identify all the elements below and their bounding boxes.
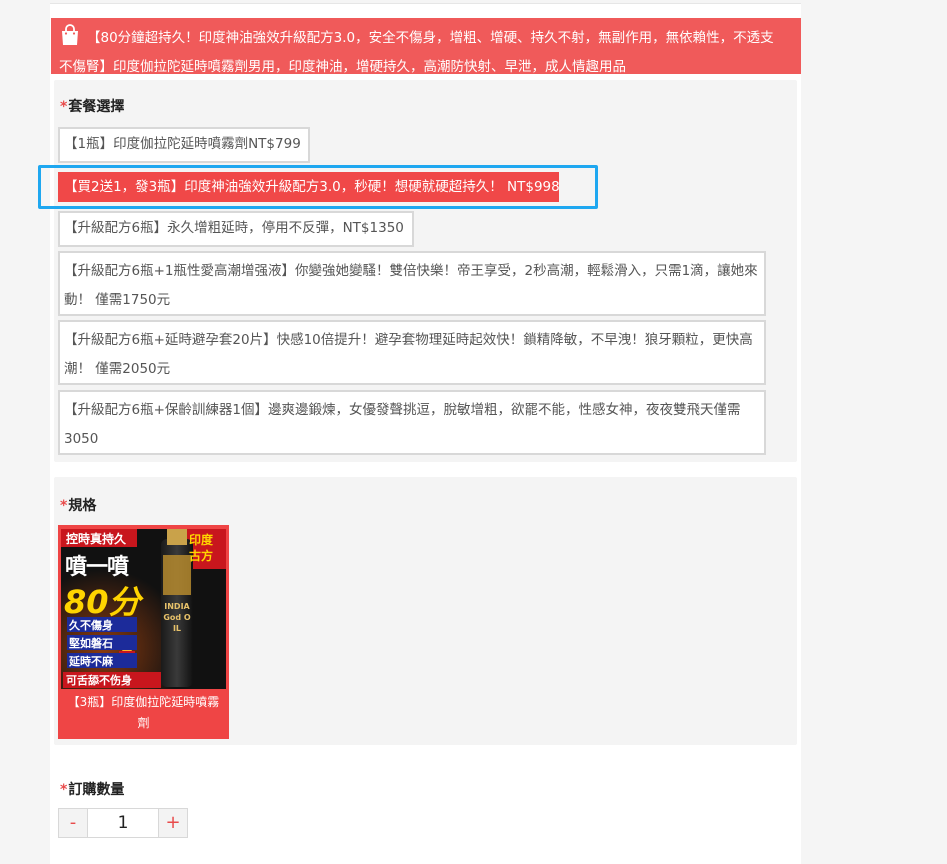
product-title-banner: 【80分鐘超持久！印度神油強效升級配方3.0，安全不傷身，增粗、增硬、持久不射，… <box>51 18 801 75</box>
package-option-3[interactable]: 【升級配方6瓶】永久增粗延時，停用不反彈，NT$1350 <box>58 211 414 247</box>
package-option-1[interactable]: 【1瓶】印度伽拉陀延時噴霧劑NT$799 <box>58 127 310 163</box>
spec-option-caption: 【3瓶】印度伽拉陀延時噴霧劑 <box>67 695 220 730</box>
package-option-label: 【升級配方6瓶+延時避孕套20片】快感10倍提升！避孕套物理延時起效快！鎖精降敏… <box>64 332 753 377</box>
spec-option-card[interactable]: 控時真持久 噴一噴 80分 久不傷身 堅如磐石 延時不麻 可舌舔不伤身 印度古方… <box>58 525 229 739</box>
package-option-label: 【升級配方6瓶+1瓶性愛高潮增强液】你變強她變騷！雙倍快樂！帝王享受，2秒高潮，… <box>64 263 758 308</box>
image-text: 控時真持久 <box>66 532 127 546</box>
product-image: 控時真持久 噴一噴 80分 久不傷身 堅如磐石 延時不麻 可舌舔不伤身 印度古方… <box>61 529 226 689</box>
spec-label-text: 規格 <box>68 498 97 514</box>
quantity-input[interactable]: 1 <box>87 808 159 838</box>
quantity-label: *訂購數量 <box>60 779 124 799</box>
package-option-4[interactable]: 【升級配方6瓶+1瓶性愛高潮增强液】你變強她變騷！雙倍快樂！帝王享受，2秒高潮，… <box>58 251 766 316</box>
selection-focus-ring <box>38 165 598 209</box>
image-text: 延時不麻 <box>69 655 113 668</box>
package-option-5[interactable]: 【升級配方6瓶+延時避孕套20片】快感10倍提升！避孕套物理延時起效快！鎖精降敏… <box>58 320 766 385</box>
package-option-label: 【升級配方6瓶】永久增粗延時，停用不反彈，NT$1350 <box>64 220 404 236</box>
image-text: 久不傷身 <box>69 619 113 632</box>
required-star: * <box>60 782 68 798</box>
image-bottle-text: INDIA God OIL <box>163 602 191 633</box>
quantity-label-text: 訂購數量 <box>68 782 125 798</box>
shopping-bag-icon <box>59 24 81 55</box>
package-option-6[interactable]: 【升級配方6瓶+保齡訓練器1個】邊爽邊鍛煉，女優發聲挑逗，脫敏增粗，欲罷不能，性… <box>58 390 766 455</box>
package-label: *套餐選擇 <box>60 96 124 116</box>
image-text: 堅如磐石 <box>69 637 113 650</box>
image-badge-text: 印度古方 <box>189 533 214 563</box>
spec-label: *規格 <box>60 495 96 515</box>
product-title-text: 【80分鐘超持久！印度神油強效升級配方3.0，安全不傷身，增粗、增硬、持久不射，… <box>59 30 774 75</box>
image-text: 可舌舔不伤身 <box>66 674 132 687</box>
quantity-decrease-button[interactable]: - <box>58 808 88 838</box>
package-label-text: 套餐選擇 <box>68 99 125 115</box>
package-option-label: 【升級配方6瓶+保齡訓練器1個】邊爽邊鍛煉，女優發聲挑逗，脫敏增粗，欲罷不能，性… <box>64 402 741 447</box>
package-option-label: 【1瓶】印度伽拉陀延時噴霧劑NT$799 <box>64 136 301 152</box>
quantity-increase-button[interactable]: + <box>158 808 188 838</box>
quantity-stepper: - 1 + <box>58 808 188 838</box>
required-star: * <box>60 498 68 514</box>
required-star: * <box>60 99 68 115</box>
